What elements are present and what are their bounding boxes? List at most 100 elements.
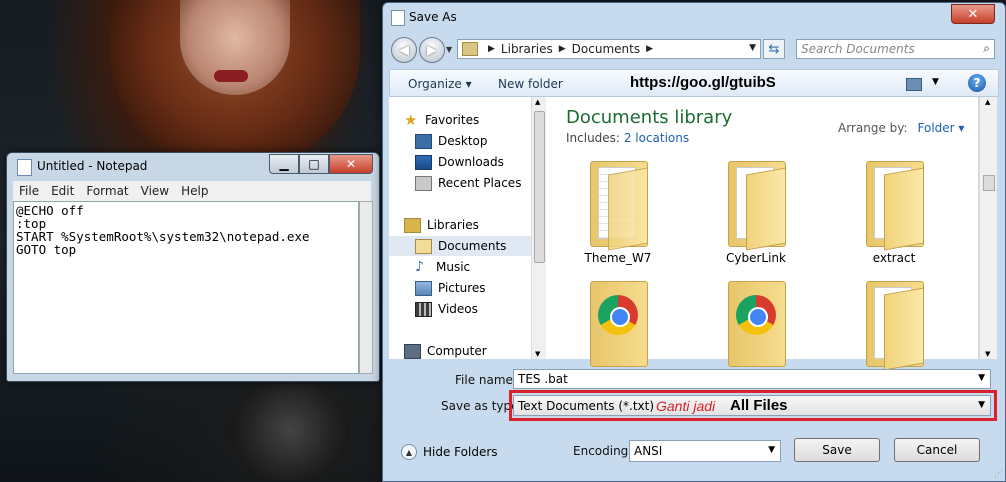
cancel-button[interactable]: Cancel (894, 438, 980, 462)
pictures-icon (415, 280, 432, 296)
arrange-by-dropdown[interactable]: Folder ▾ (918, 121, 965, 135)
folder-name: extract (872, 251, 916, 265)
menu-format[interactable]: Format (80, 181, 134, 201)
nav-documents[interactable]: Documents (389, 236, 531, 256)
notepad-window[interactable]: Untitled - Notepad ▁ □ ✕ File Edit Forma… (6, 152, 380, 382)
desktop-icon (415, 133, 432, 149)
change-view-icon[interactable] (906, 78, 922, 91)
file-name-dropdown-icon[interactable]: ▼ (978, 373, 985, 383)
dialog-app-icon (391, 10, 405, 26)
nav-computer-label: Computer (427, 344, 487, 358)
search-input[interactable]: Search Documents ⌕ (796, 39, 995, 59)
notepad-window-controls: ▁ □ ✕ (269, 154, 373, 174)
includes-locations-link[interactable]: 2 locations (624, 131, 689, 145)
nav-recent-places-label: Recent Places (438, 176, 522, 190)
navigation-bar: ◀ ▶ ▼ ▶ Libraries ▶ Documents ▶ ▼ ⇆ Sear… (383, 35, 1005, 65)
minimize-button[interactable]: ▁ (269, 154, 299, 174)
scroll-thumb[interactable] (534, 111, 545, 263)
nav-documents-label: Documents (438, 239, 507, 253)
encoding-label: Encoding: (573, 444, 633, 458)
nav-favorites[interactable]: ★ Favorites (389, 110, 546, 130)
menu-view[interactable]: View (135, 181, 175, 201)
folder-item[interactable] (696, 281, 816, 367)
nav-computer[interactable]: Computer (389, 341, 546, 361)
refresh-button[interactable]: ⇆ (763, 39, 785, 59)
nav-libraries-label: Libraries (427, 218, 479, 232)
recent-pages-dropdown-icon[interactable]: ▼ (446, 45, 452, 54)
forward-arrow-icon: ▶ (427, 42, 437, 58)
file-name-value: TES .bat (518, 372, 568, 386)
address-dropdown-icon[interactable]: ▼ (749, 43, 756, 53)
folder-item[interactable]: Theme_W7 (558, 161, 678, 265)
nav-music-label: Music (436, 260, 471, 274)
breadcrumb-separator-icon[interactable]: ▶ (559, 44, 566, 54)
nav-videos-label: Videos (438, 302, 478, 316)
overlay-url-text: https://goo.gl/gtuibS (630, 74, 776, 91)
file-list-scrollbar[interactable]: ▲ ▼ (979, 97, 997, 359)
chevron-up-icon: ▲ (401, 444, 417, 460)
folder-item[interactable]: CyberLink (696, 161, 816, 265)
dialog-close-button[interactable]: ✕ (951, 4, 995, 24)
nav-downloads-label: Downloads (438, 155, 504, 169)
hide-folders-toggle[interactable]: ▲ Hide Folders (401, 444, 498, 460)
view-dropdown-icon[interactable]: ▼ (932, 77, 939, 87)
chrome-icon (598, 295, 638, 335)
folder-name: CyberLink (726, 251, 786, 265)
maximize-button[interactable]: □ (299, 154, 329, 174)
star-icon: ★ (404, 110, 418, 129)
breadcrumb-libraries[interactable]: Libraries (501, 42, 553, 56)
red-highlight-box (509, 390, 997, 421)
help-icon[interactable]: ? (968, 74, 986, 92)
folder-item[interactable] (558, 281, 678, 367)
nav-libraries[interactable]: Libraries (389, 215, 546, 235)
scroll-down-icon[interactable]: ▼ (535, 350, 540, 358)
library-folder-icon (462, 42, 478, 56)
hide-folders-label: Hide Folders (423, 445, 498, 459)
folder-name: Theme_W7 (584, 251, 652, 265)
libraries-icon (404, 217, 421, 233)
breadcrumb-documents[interactable]: Documents (572, 42, 640, 56)
nav-desktop-label: Desktop (438, 134, 488, 148)
folder-item[interactable]: extract (834, 161, 954, 265)
folder-icon (728, 161, 786, 251)
save-as-dialog[interactable]: Save As ✕ ◀ ▶ ▼ ▶ Libraries ▶ Documents … (382, 2, 1006, 482)
notepad-scrollbar[interactable] (359, 201, 373, 374)
library-includes: Includes: 2 locations (566, 131, 689, 145)
notepad-app-icon (17, 159, 32, 176)
new-folder-button[interactable]: New folder (498, 77, 563, 91)
encoding-dropdown-icon[interactable]: ▼ (768, 445, 775, 455)
downloads-icon (415, 154, 432, 170)
dialog-titlebar[interactable]: Save As ✕ (383, 3, 1005, 31)
notepad-close-button[interactable]: ✕ (329, 154, 373, 174)
scroll-down-icon[interactable]: ▼ (985, 350, 990, 358)
save-button[interactable]: Save (794, 438, 880, 462)
dialog-title: Save As (409, 10, 457, 24)
forward-button[interactable]: ▶ (419, 37, 445, 63)
menu-file[interactable]: File (13, 181, 45, 201)
folder-item[interactable] (834, 281, 954, 371)
file-name-input[interactable]: TES .bat ▼ (513, 369, 991, 389)
encoding-select[interactable]: ANSI ▼ (629, 440, 781, 462)
address-bar[interactable]: ▶ Libraries ▶ Documents ▶ ▼ (457, 39, 761, 59)
search-icon[interactable]: ⌕ (983, 41, 990, 56)
scroll-up-icon[interactable]: ▲ (985, 98, 990, 106)
menu-help[interactable]: Help (175, 181, 214, 201)
folder-icon (866, 161, 924, 251)
scroll-thumb[interactable] (983, 175, 995, 191)
breadcrumb-separator-icon[interactable]: ▶ (646, 44, 653, 54)
organize-button[interactable]: Organize ▾ (408, 77, 472, 91)
scroll-up-icon[interactable]: ▲ (535, 98, 540, 106)
folder-icon (590, 161, 648, 251)
breadcrumb-separator-icon[interactable]: ▶ (488, 44, 495, 54)
menu-edit[interactable]: Edit (45, 181, 80, 201)
notepad-text-area[interactable]: @ECHO off :top START %SystemRoot%\system… (13, 201, 359, 374)
file-list-pane: Documents library Includes: 2 locations … (546, 97, 978, 371)
back-button[interactable]: ◀ (391, 37, 417, 63)
folder-icon (866, 281, 924, 371)
notepad-titlebar[interactable]: Untitled - Notepad ▁ □ ✕ (7, 153, 379, 179)
refresh-icon: ⇆ (768, 41, 780, 57)
navigation-pane-scrollbar[interactable]: ▲ ▼ (531, 97, 546, 359)
command-toolbar: Organize ▾ New folder https://goo.gl/gtu… (389, 69, 999, 97)
search-placeholder: Search Documents (801, 42, 915, 56)
resize-grip-icon[interactable]: ⋰ (994, 469, 1003, 479)
